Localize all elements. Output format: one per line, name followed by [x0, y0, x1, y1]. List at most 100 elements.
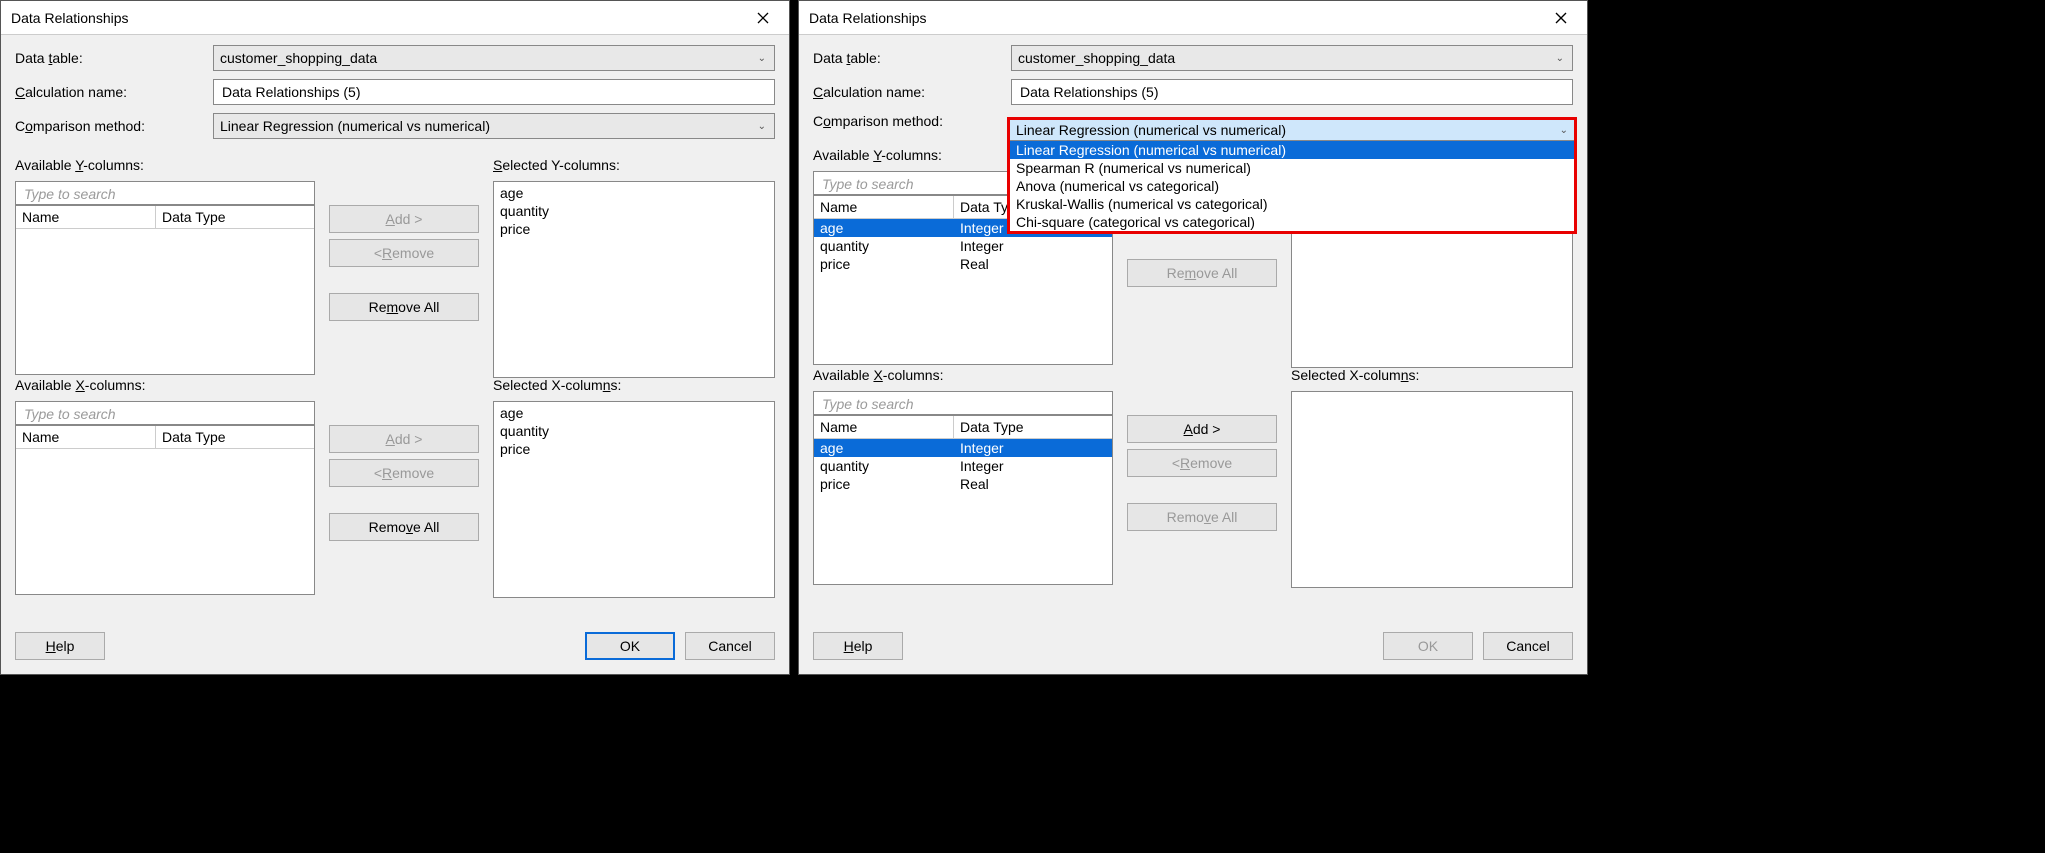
- dialog-left: Data Relationships Data table: customer_…: [0, 0, 790, 675]
- sel-x-label: Selected X-columns:: [1291, 367, 1573, 383]
- cell-type: Integer: [954, 439, 1112, 457]
- calc-name-label: Calculation name:: [813, 84, 1003, 100]
- help-button[interactable]: Help: [813, 632, 903, 660]
- th-name: Name: [814, 416, 954, 438]
- data-table-label: Data table:: [813, 50, 1003, 66]
- add-y-button[interactable]: Add >: [329, 205, 479, 233]
- avail-y-header: Name Data Type: [16, 206, 314, 229]
- cancel-button[interactable]: Cancel: [1483, 632, 1573, 660]
- table-row[interactable]: ageInteger: [814, 439, 1112, 457]
- calc-name-label: Calculation name:: [15, 84, 205, 100]
- data-table-combo[interactable]: customer_shopping_data ⌄: [1011, 45, 1573, 71]
- cell-type: Integer: [954, 457, 1112, 475]
- data-table-value: customer_shopping_data: [1018, 50, 1175, 66]
- sel-x-list[interactable]: agequantityprice: [493, 401, 775, 598]
- dropdown-option[interactable]: Linear Regression (numerical vs numerica…: [1010, 141, 1574, 159]
- remove-x-button[interactable]: < Remove: [329, 459, 479, 487]
- cell-name: price: [814, 255, 954, 273]
- calc-name-input[interactable]: [1018, 83, 1566, 101]
- add-x-button[interactable]: Add >: [1127, 415, 1277, 443]
- cell-name: age: [814, 219, 954, 237]
- calc-name-input[interactable]: [220, 83, 768, 101]
- titlebar: Data Relationships: [1, 1, 789, 35]
- chevron-down-icon: ⌄: [1556, 53, 1564, 64]
- sel-y-label: Selected Y-columns:: [493, 157, 775, 173]
- avail-x-label: Available X-columns:: [15, 377, 315, 393]
- dialog-title: Data Relationships: [809, 10, 927, 26]
- comp-method-label: Comparison method:: [813, 113, 1003, 129]
- cell-name: quantity: [814, 237, 954, 255]
- avail-x-list[interactable]: Name Data Type: [15, 425, 315, 595]
- sel-x-list[interactable]: [1291, 391, 1573, 588]
- search-y-wrap: [15, 181, 315, 205]
- search-x-input[interactable]: [820, 395, 1106, 413]
- list-item[interactable]: price: [500, 220, 768, 238]
- cell-name: price: [814, 475, 954, 493]
- remove-all-x-button[interactable]: Remove All: [329, 513, 479, 541]
- sel-y-list[interactable]: agequantityprice: [493, 181, 775, 378]
- comp-method-label: Comparison method:: [15, 118, 205, 134]
- th-type: Data Type: [156, 426, 314, 448]
- list-item[interactable]: quantity: [500, 422, 768, 440]
- help-button[interactable]: Help: [15, 632, 105, 660]
- comp-method-combo[interactable]: Linear Regression (numerical vs numerica…: [213, 113, 775, 139]
- list-item[interactable]: quantity: [500, 202, 768, 220]
- cell-type: Real: [954, 475, 1112, 493]
- remove-y-button[interactable]: < Remove: [329, 239, 479, 267]
- close-button[interactable]: [743, 5, 783, 31]
- cell-name: age: [814, 439, 954, 457]
- list-item[interactable]: age: [500, 404, 768, 422]
- th-type: Data Type: [156, 206, 314, 228]
- table-row[interactable]: priceReal: [814, 255, 1112, 273]
- cell-type: Integer: [954, 237, 1112, 255]
- search-x-wrap: [813, 391, 1113, 415]
- comp-method-dropdown[interactable]: Linear Regression (numerical vs numerica…: [1007, 117, 1577, 234]
- comp-method-value: Linear Regression (numerical vs numerica…: [1016, 122, 1286, 138]
- comp-method-combo-open[interactable]: Linear Regression (numerical vs numerica…: [1010, 120, 1574, 141]
- remove-all-x-button[interactable]: Remove All: [1127, 503, 1277, 531]
- th-name: Name: [16, 206, 156, 228]
- avail-x-header: Name Data Type: [16, 426, 314, 449]
- close-button[interactable]: [1541, 5, 1581, 31]
- cell-type: Real: [954, 255, 1112, 273]
- chevron-down-icon: ⌄: [758, 121, 766, 132]
- search-y-input[interactable]: [22, 185, 308, 203]
- th-type: Data Type: [954, 416, 1112, 438]
- dropdown-option[interactable]: Kruskal-Wallis (numerical vs categorical…: [1010, 195, 1574, 213]
- avail-x-label: Available X-columns:: [813, 367, 1113, 383]
- calc-name-input-wrap: [213, 79, 775, 105]
- close-icon: [1555, 12, 1567, 24]
- table-row[interactable]: quantityInteger: [814, 457, 1112, 475]
- table-row[interactable]: quantityInteger: [814, 237, 1112, 255]
- dropdown-option[interactable]: Chi-square (categorical vs categorical): [1010, 213, 1574, 231]
- remove-all-y-button[interactable]: Remove All: [1127, 259, 1277, 287]
- data-table-label: Data table:: [15, 50, 205, 66]
- dialog-right: Data Relationships Data table: customer_…: [798, 0, 1588, 675]
- search-x-input[interactable]: [22, 405, 308, 423]
- list-item[interactable]: age: [500, 184, 768, 202]
- ok-button[interactable]: OK: [585, 632, 675, 660]
- dropdown-option[interactable]: Spearman R (numerical vs numerical): [1010, 159, 1574, 177]
- calc-name-input-wrap: [1011, 79, 1573, 105]
- avail-y-list[interactable]: Name Data Type: [15, 205, 315, 375]
- chevron-down-icon: ⌄: [758, 53, 766, 64]
- add-x-button[interactable]: Add >: [329, 425, 479, 453]
- table-row[interactable]: priceReal: [814, 475, 1112, 493]
- avail-y-label: Available Y-columns:: [15, 157, 315, 173]
- cancel-button[interactable]: Cancel: [685, 632, 775, 660]
- comp-method-value: Linear Regression (numerical vs numerica…: [220, 118, 490, 134]
- chevron-down-icon: ⌄: [1560, 125, 1568, 136]
- avail-x-list[interactable]: Name Data Type ageIntegerquantityInteger…: [813, 415, 1113, 585]
- data-table-combo[interactable]: customer_shopping_data ⌄: [213, 45, 775, 71]
- th-name: Name: [16, 426, 156, 448]
- remove-all-y-button[interactable]: Remove All: [329, 293, 479, 321]
- dropdown-option[interactable]: Anova (numerical vs categorical): [1010, 177, 1574, 195]
- search-x-wrap: [15, 401, 315, 425]
- data-table-value: customer_shopping_data: [220, 50, 377, 66]
- remove-x-button[interactable]: < Remove: [1127, 449, 1277, 477]
- avail-x-header: Name Data Type: [814, 416, 1112, 439]
- ok-button[interactable]: OK: [1383, 632, 1473, 660]
- th-name: Name: [814, 196, 954, 218]
- list-item[interactable]: price: [500, 440, 768, 458]
- titlebar: Data Relationships: [799, 1, 1587, 35]
